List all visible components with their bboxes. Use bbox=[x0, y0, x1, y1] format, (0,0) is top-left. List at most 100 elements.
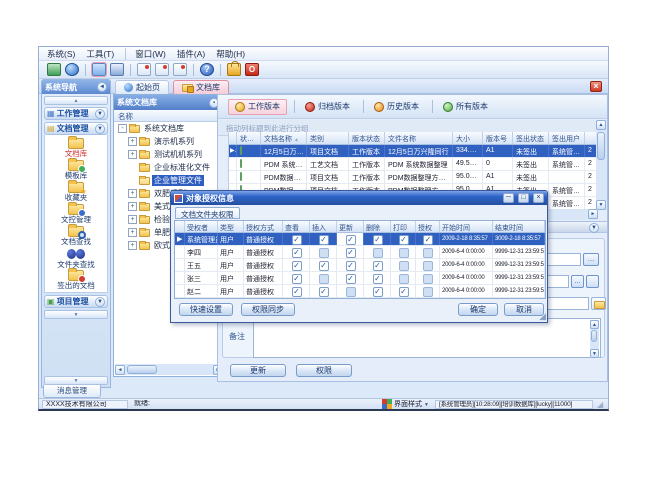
column-header[interactable]: 插入 bbox=[310, 221, 337, 232]
close-icon[interactable]: × bbox=[590, 81, 602, 92]
workspace-icon[interactable] bbox=[110, 63, 124, 76]
all-version-button[interactable]: 所有版本 bbox=[437, 99, 494, 115]
column-header[interactable]: 更新 bbox=[337, 221, 364, 232]
archive-version-button[interactable]: 归档版本 bbox=[299, 99, 356, 115]
expand-icon[interactable]: + bbox=[128, 228, 137, 237]
history-version-button[interactable]: 历史版本 bbox=[368, 99, 425, 115]
checkbox-checked-icon[interactable]: ✓ bbox=[346, 261, 356, 271]
checkbox-unchecked-icon[interactable] bbox=[399, 261, 409, 271]
checkbox-checked-icon[interactable]: ✓ bbox=[292, 274, 302, 284]
tree-node[interactable]: +演示机系列 bbox=[114, 135, 222, 148]
sidebar-item-doc-search[interactable]: 文档查找 bbox=[45, 226, 107, 248]
checkbox-checked-icon[interactable]: ✓ bbox=[292, 248, 302, 258]
checkbox-checked-icon[interactable]: ✓ bbox=[399, 287, 409, 297]
checkbox-checked-icon[interactable]: ✓ bbox=[319, 261, 329, 271]
schedule-icon[interactable] bbox=[155, 63, 169, 76]
checkbox-checked-icon[interactable]: ✓ bbox=[292, 261, 302, 271]
scroll-left-icon[interactable]: ◄ bbox=[115, 365, 125, 375]
nav-collapse-icon[interactable]: ◄ bbox=[97, 82, 107, 92]
column-header[interactable]: 打印 bbox=[391, 221, 416, 232]
tree-column-header[interactable]: 名称 bbox=[114, 110, 222, 122]
tab-doc-library[interactable]: 文档库 bbox=[173, 80, 229, 94]
expand-icon[interactable]: + bbox=[128, 189, 137, 198]
expand-icon[interactable]: + bbox=[128, 215, 137, 224]
checkbox-checked-icon[interactable]: ✓ bbox=[373, 287, 383, 297]
tree-node[interactable]: +测试机机系列 bbox=[114, 148, 222, 161]
field-2-extra-button[interactable] bbox=[586, 275, 599, 288]
dialog-titlebar[interactable]: 对象授权信息 ─ □ × bbox=[171, 191, 547, 205]
checkbox-checked-icon[interactable]: ✓ bbox=[373, 274, 383, 284]
sidebar-section-project-management[interactable]: ▣项目管理▼ bbox=[44, 295, 108, 308]
documents-icon[interactable] bbox=[92, 63, 106, 76]
field-2-browse-button[interactable]: … bbox=[571, 275, 584, 288]
minimize-icon[interactable]: ─ bbox=[503, 193, 514, 203]
column-header[interactable]: 版本号 bbox=[483, 132, 513, 144]
sidebar-item-doc-control[interactable]: 文控管理 bbox=[45, 204, 107, 226]
system-icon[interactable] bbox=[47, 63, 61, 76]
close-icon[interactable]: × bbox=[533, 193, 544, 203]
nav-scroll-down[interactable]: ▼ bbox=[44, 376, 108, 385]
menu-window[interactable]: 窗口(W) bbox=[125, 48, 166, 60]
checkbox-checked-icon[interactable]: ✓ bbox=[346, 274, 356, 284]
sidebar-item-template-library[interactable]: 模板库 bbox=[45, 160, 107, 182]
checkbox-checked-icon[interactable]: ✓ bbox=[292, 235, 302, 245]
ok-button[interactable]: 确定 bbox=[458, 303, 498, 316]
sidebar-item-folder-search[interactable]: 文件夹查找 bbox=[45, 248, 107, 270]
expand-icon[interactable]: + bbox=[128, 137, 137, 146]
nav-more-sections[interactable]: ▼ bbox=[44, 310, 108, 319]
sidebar-section-work-management[interactable]: ▦工作管理▼ bbox=[44, 107, 108, 120]
quick-setup-button[interactable]: 快速设置 bbox=[179, 303, 233, 316]
checkbox-unchecked-icon[interactable] bbox=[423, 261, 433, 271]
checkbox-unchecked-icon[interactable] bbox=[423, 287, 433, 297]
checkbox-checked-icon[interactable]: ✓ bbox=[423, 235, 433, 245]
chevron-down-icon[interactable]: ▼ bbox=[95, 124, 105, 134]
checkbox-checked-icon[interactable]: ✓ bbox=[346, 235, 356, 245]
permission-row[interactable]: 赵二用户普通授权✓✓✓✓2009-6-4 0:00:009999-12-31 2… bbox=[175, 285, 545, 298]
column-header[interactable]: 签出状态 bbox=[513, 132, 549, 144]
scroll-thumb[interactable] bbox=[597, 132, 605, 160]
collapse-icon[interactable]: - bbox=[118, 124, 127, 133]
tree-node[interactable]: 企业管理文件 bbox=[114, 174, 222, 187]
permission-row[interactable]: 张三用户普通授权✓✓✓2009-6-4 0:00:009999-12-31 23… bbox=[175, 272, 545, 285]
checkbox-unchecked-icon[interactable] bbox=[319, 274, 329, 284]
menu-help[interactable]: 帮助(H) bbox=[216, 48, 245, 60]
resize-grip[interactable]: ◢ bbox=[539, 311, 546, 322]
maximize-icon[interactable]: □ bbox=[518, 193, 529, 203]
table-row[interactable]: PDM 系统数据整理检工艺文档工作版本PDM 系统数据整理49.50KB0未签出… bbox=[229, 158, 597, 171]
checkbox-checked-icon[interactable]: ✓ bbox=[373, 235, 383, 245]
table-row[interactable]: PDM数据整理方案.doc项目文档工作版本PDM数据整理方案.doc95.00K… bbox=[229, 171, 597, 184]
checkbox-checked-icon[interactable]: ✓ bbox=[346, 248, 356, 258]
ui-style-selector[interactable]: 界面样式 ▼ bbox=[382, 399, 432, 409]
checkbox-unchecked-icon[interactable] bbox=[423, 274, 433, 284]
globe-icon[interactable] bbox=[65, 63, 79, 76]
column-header[interactable]: 开始时间 bbox=[440, 221, 493, 232]
column-header[interactable]: 结束时间 bbox=[493, 221, 545, 232]
checkbox-unchecked-icon[interactable] bbox=[423, 248, 433, 258]
column-header[interactable]: 受权者 bbox=[185, 221, 218, 232]
tree-node[interactable]: 企业标准化文件 bbox=[114, 161, 222, 174]
remark-textarea[interactable]: ▲ ▼ bbox=[253, 318, 601, 358]
checkbox-checked-icon[interactable]: ✓ bbox=[399, 235, 409, 245]
column-header[interactable]: 版本状态 bbox=[349, 132, 385, 144]
lock-icon[interactable] bbox=[227, 63, 241, 76]
checkbox-unchecked-icon[interactable] bbox=[399, 274, 409, 284]
scroll-right-icon[interactable]: ► bbox=[588, 209, 598, 219]
permission-sync-button[interactable]: 权限同步 bbox=[241, 303, 295, 316]
expand-icon[interactable]: + bbox=[128, 241, 137, 250]
checkbox-unchecked-icon[interactable] bbox=[346, 287, 356, 297]
checkbox-checked-icon[interactable]: ✓ bbox=[292, 287, 302, 297]
expand-icon[interactable]: + bbox=[128, 202, 137, 211]
column-header[interactable]: 文档名称▲ bbox=[261, 132, 307, 144]
tab-folder-permissions[interactable]: 文档文件夹权限 bbox=[175, 207, 240, 219]
scroll-up-icon[interactable]: ▲ bbox=[590, 320, 599, 329]
column-header[interactable]: 删除 bbox=[364, 221, 391, 232]
scroll-up-icon[interactable]: ▲ bbox=[596, 120, 606, 130]
column-header[interactable]: 签出用户 bbox=[549, 132, 585, 144]
column-header[interactable]: 类别 bbox=[307, 132, 349, 144]
sidebar-item-checked-out-docs[interactable]: 签出的文档 bbox=[45, 270, 107, 292]
table-row[interactable]: ▶12月5日万兴隆同行项目文档工作版本12月5日万兴隆同行334.00KBA1未… bbox=[229, 145, 597, 158]
checkbox-unchecked-icon[interactable] bbox=[399, 248, 409, 258]
permission-button[interactable]: 权限 bbox=[296, 364, 352, 377]
cancel-button[interactable]: 取消 bbox=[504, 303, 544, 316]
column-header[interactable]: 大小 bbox=[453, 132, 483, 144]
